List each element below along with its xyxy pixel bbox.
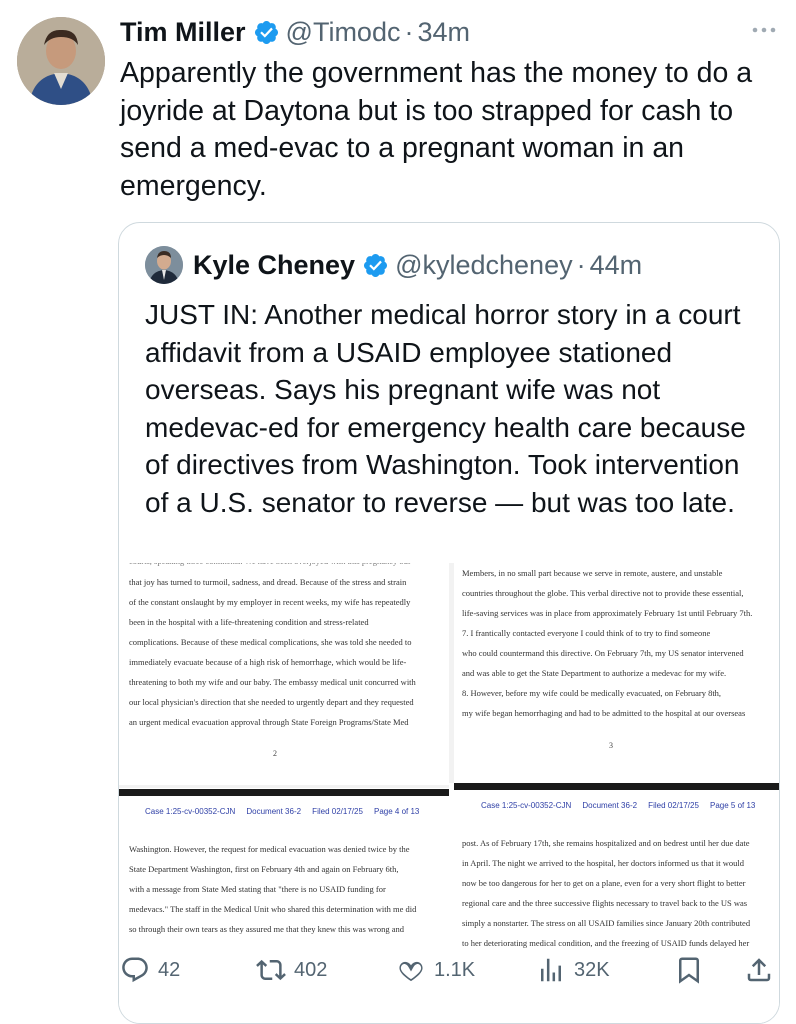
author-name[interactable]: Tim Miller	[120, 17, 246, 48]
doc-text-line: 8. However, before my wife could be medi…	[462, 688, 722, 698]
page-divider	[119, 789, 449, 796]
quote-author-handle[interactable]: @kyledcheney	[395, 250, 573, 281]
reply-count: 42	[158, 958, 181, 981]
doc-page-4: Washington. However, the request for med…	[119, 839, 449, 1023]
doc-text-line: an urgent medical evacuation approval th…	[129, 717, 409, 727]
bookmark-icon	[679, 957, 699, 984]
quote-author-name[interactable]: Kyle Cheney	[193, 250, 355, 281]
tweet-text: Apparently the government has the money …	[120, 57, 753, 202]
doc-text-line: regional care and the three successive f…	[462, 898, 748, 908]
doc-text-line: who could countermand this directive. On…	[462, 648, 744, 658]
doc-text-line: 7. I frantically contacted everyone I co…	[462, 628, 711, 638]
doc-page-3: Members, in no small part because we ser…	[454, 563, 779, 785]
share-button[interactable]	[744, 950, 782, 990]
doc-text-line: immediately evacuate because of a high r…	[129, 657, 407, 667]
quote-header: Kyle Cheney @kyledcheney · 44m	[145, 245, 642, 285]
page-divider	[454, 783, 779, 790]
doc-text-line: post. As of February 17th, she remains h…	[462, 838, 750, 848]
doc-text-line: countries throughout the globe. This ver…	[462, 588, 744, 598]
quote-author-avatar[interactable]	[145, 246, 183, 284]
doc-text-line: and was able to get the State Department…	[462, 668, 727, 678]
views-count: 32K	[574, 958, 610, 981]
repost-button[interactable]: 402	[256, 950, 327, 990]
action-bar: 42 402 1.1K 32K	[0, 950, 796, 990]
repost-count: 402	[294, 958, 328, 981]
doc-page-5: post. As of February 17th, she remains h…	[454, 833, 779, 1023]
views-button[interactable]: 32K	[536, 950, 610, 990]
tweet-time[interactable]: 34m	[417, 17, 470, 48]
doc-text-line: of the constant onslaught by my employer…	[129, 597, 411, 607]
doc-text-line: with a message from State Med stating th…	[129, 884, 386, 894]
doc-case-header: Case 1:25-cv-00352-CJN Document 36-2 Fil…	[481, 801, 756, 810]
page-divider	[119, 785, 449, 788]
doc-text-line: my wife began hemorrhaging and had to be…	[462, 708, 746, 718]
doc-text-line: in April. The night we arrived to the ho…	[462, 858, 744, 868]
doc-text-line: complications. Because of these medical …	[129, 637, 412, 647]
verified-badge-icon	[253, 19, 280, 46]
like-count: 1.1K	[434, 958, 476, 981]
page-number: 3	[609, 741, 613, 750]
views-icon	[541, 958, 561, 982]
page-number: 2	[273, 749, 277, 758]
doc-text-line: life-saving services was in place from a…	[462, 608, 753, 618]
doc-text-line: State Department Washington, first on Fe…	[129, 864, 399, 874]
quoted-tweet[interactable]: Kyle Cheney @kyledcheney · 44m JUST IN: …	[118, 222, 780, 1024]
doc-text-line: simply a nonstarter. The stress on all U…	[462, 918, 751, 928]
quote-text: JUST IN: Another medical horror story in…	[145, 299, 746, 518]
like-icon	[399, 961, 423, 982]
quote-time[interactable]: 44m	[590, 250, 643, 281]
doc-text-line: our local physician's direction that she…	[129, 697, 414, 707]
like-button[interactable]: 1.1K	[396, 950, 475, 990]
doc-text-line: that joy has turned to turmoil, sadness,…	[129, 577, 407, 587]
separator-dot: ·	[404, 16, 414, 47]
doc-case-header: Case 1:25-cv-00352-CJN Document 36-2 Fil…	[145, 807, 420, 816]
doc-text-line: Members, in no small part because we ser…	[462, 568, 723, 578]
doc-text-line: threatening to both my wife and our baby…	[129, 677, 416, 687]
doc-text-line: Washington. However, the request for med…	[129, 844, 410, 854]
share-icon	[747, 958, 771, 982]
bookmark-button[interactable]	[674, 950, 712, 990]
tweet-header: Tim Miller @Timodc · 34m	[120, 14, 470, 50]
repost-icon	[256, 959, 286, 981]
more-icon[interactable]	[748, 20, 780, 40]
author-avatar[interactable]	[17, 17, 105, 105]
verified-badge-icon	[362, 252, 389, 279]
doc-text-line: been in the hospital with a life-threate…	[129, 617, 369, 627]
doc-text-line: so through their own tears as they assur…	[129, 924, 405, 934]
separator-dot: ·	[576, 249, 586, 280]
doc-page-2: courts, speaking three continents. We ha…	[119, 563, 449, 785]
doc-text-line: now be too dangerous for her to get on a…	[462, 878, 746, 888]
doc-text-line: medevacs." The staff in the Medical Unit…	[129, 904, 417, 914]
reply-button[interactable]: 42	[120, 950, 180, 990]
author-handle[interactable]: @Timodc	[286, 17, 401, 48]
reply-icon	[122, 957, 148, 983]
